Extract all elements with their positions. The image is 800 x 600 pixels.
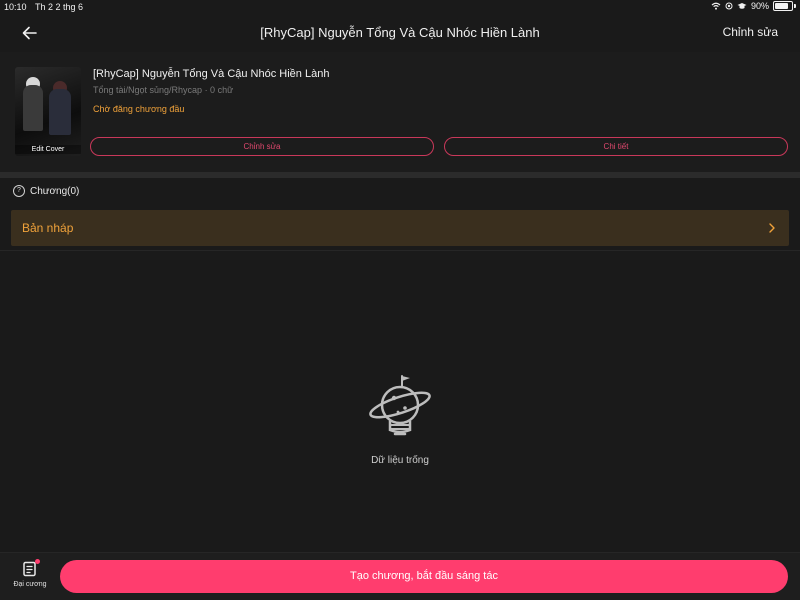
planet-lightbulb-icon: [369, 375, 431, 436]
outline-icon: [22, 559, 40, 577]
battery-nub: [794, 4, 796, 8]
chevron-right-icon: [769, 223, 775, 233]
outline-button[interactable]: Đại cương: [8, 559, 52, 595]
story-meta: Tổng tài/Ngọt sủng/Rhycap · 0 chữ: [93, 85, 234, 95]
story-cover[interactable]: Edit Cover: [15, 67, 81, 156]
empty-state-text: Dữ liệu trống: [371, 455, 429, 466]
outline-label: Đại cương: [13, 581, 47, 588]
story-detail-button[interactable]: Chi tiết: [444, 137, 788, 156]
drafts-label: Bản nháp: [22, 221, 74, 235]
status-date: Th 2 2 thg 6: [35, 2, 84, 12]
location-icon: [725, 2, 733, 10]
cover-art-figure: [23, 85, 43, 131]
story-status: Chờ đăng chương đầu: [93, 104, 185, 114]
graduation-cap-icon: [737, 3, 747, 9]
story-header: Edit Cover [RhyCap] Nguyễn Tổng Và Cậu N…: [0, 52, 800, 172]
divider: [0, 250, 800, 251]
edit-cover-label[interactable]: Edit Cover: [15, 145, 81, 154]
drafts-row[interactable]: Bản nháp: [11, 210, 789, 246]
create-chapter-button[interactable]: Tạo chương, bắt đầu sáng tác: [60, 560, 788, 593]
edit-story-button[interactable]: Chỉnh sửa: [90, 137, 434, 156]
help-icon[interactable]: ?: [13, 185, 25, 197]
chapters-count-label: Chương(0): [30, 185, 80, 197]
story-title: [RhyCap] Nguyễn Tổng Và Cậu Nhóc Hiền Là…: [93, 68, 330, 80]
status-bar: 10:10 Th 2 2 thg 6 90%: [0, 0, 800, 14]
page-title: [RhyCap] Nguyễn Tổng Và Cậu Nhóc Hiền Là…: [260, 25, 540, 40]
status-indicators: 90%: [711, 1, 796, 11]
nav-edit-button[interactable]: Chỉnh sửa: [723, 25, 778, 39]
section-divider: [0, 172, 800, 178]
screen: 10:10 Th 2 2 thg 6 90% [RhyCap] Nguyễn T…: [0, 0, 800, 600]
chapters-header: ? Chương(0): [13, 182, 79, 200]
cover-art-figure: [49, 89, 71, 135]
battery-icon: [773, 1, 793, 11]
status-time: 10:10: [4, 2, 27, 12]
battery-fill: [775, 3, 788, 9]
notification-dot: [35, 559, 40, 564]
wifi-icon: [711, 2, 721, 10]
nav-bar: [RhyCap] Nguyễn Tổng Và Cậu Nhóc Hiền Là…: [0, 14, 800, 52]
bottom-bar: Đại cương Tạo chương, bắt đầu sáng tác: [0, 552, 800, 600]
battery-percent: 90%: [750, 1, 769, 11]
